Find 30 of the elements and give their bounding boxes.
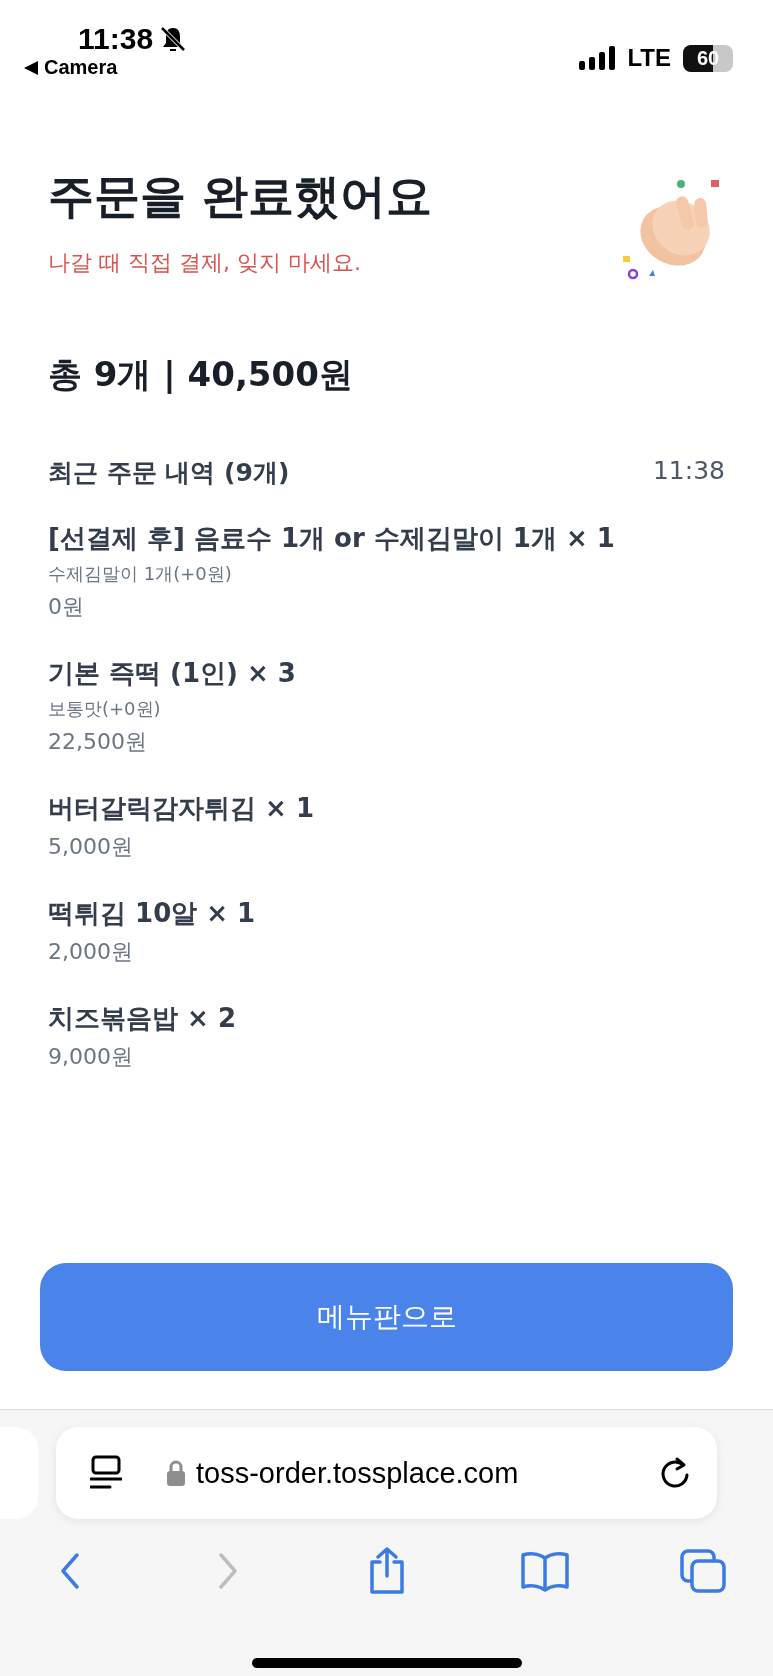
url-text: toss-order.tossplace.com — [196, 1456, 519, 1490]
book-icon — [519, 1550, 570, 1592]
item-price: 5,000원 — [48, 833, 134, 861]
menu-button[interactable]: 메뉴판으로 — [40, 1263, 733, 1371]
item-name: 기본 즉떡 (1인) × 3 — [48, 657, 297, 690]
page-title: 주문을 완료했어요 — [48, 168, 432, 225]
recent-orders-heading: 최근 주문 내역 (9개) — [48, 457, 290, 489]
item-name: 떡튀김 10알 × 1 — [48, 897, 257, 930]
reader-icon — [90, 1455, 122, 1491]
item-price: 22,500원 — [48, 728, 148, 756]
item-name: 버터갈릭감자튀김 × 1 — [48, 792, 315, 825]
item-price: 0원 — [48, 593, 85, 621]
tabs-icon — [679, 1548, 727, 1594]
order-total: 총 9개 | 40,500원 — [48, 353, 354, 396]
item-price: 2,000원 — [48, 938, 134, 966]
signal-icon — [579, 46, 616, 70]
item-option: 수제김말이 1개(+0원) — [48, 562, 725, 586]
bell-slash-icon — [159, 25, 188, 53]
payment-reminder: 나갈 때 직접 결제, 잊지 마세요. — [48, 249, 362, 277]
address-bar[interactable]: toss-order.tossplace.com — [56, 1427, 717, 1519]
back-to-app-link[interactable]: Camera — [44, 56, 118, 79]
item-price: 9,000원 — [48, 1043, 134, 1071]
item-name: 치즈볶음밥 × 2 — [48, 1002, 237, 1035]
item-option: 보통맛(+0원) — [48, 697, 725, 721]
back-triangle-icon — [24, 60, 38, 75]
item-name: [선결제 후] 음료수 1개 or 수제김말이 1개 × 1 — [48, 522, 616, 555]
order-time: 11:38 — [652, 456, 725, 487]
network-type: LTE — [627, 44, 671, 72]
status-time: 11:38 — [78, 22, 154, 56]
lock-icon — [166, 1460, 186, 1486]
